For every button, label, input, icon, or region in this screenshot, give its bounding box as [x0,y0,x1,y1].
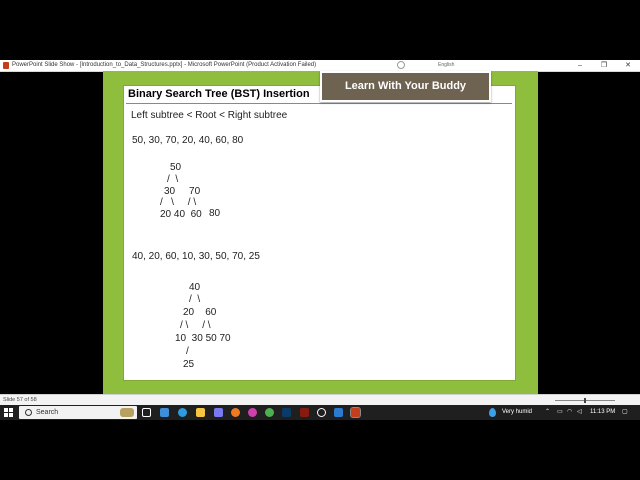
clock-time[interactable]: 11:13 PM [590,405,615,420]
settings-icon[interactable] [317,408,326,417]
illustrator-icon[interactable] [300,408,309,417]
sequence-2: 40, 20, 60, 10, 30, 50, 70, 25 [132,251,260,262]
app-icon-pink[interactable] [248,408,257,417]
volume-icon[interactable]: ◁ [577,405,582,420]
weather-icon[interactable] [489,408,496,417]
tree2-branch-1: / \ [189,294,201,305]
tree1-level-3: 20 40 60 [160,209,202,220]
window-title: PowerPoint Slide Show - [Introduction_to… [12,62,317,68]
vscode-icon[interactable] [334,408,343,417]
slide-title: Binary Search Tree (BST) Insertion [128,88,310,100]
search-label: Search [36,409,59,416]
bst-rule-text: Left subtree < Root < Right subtree [131,110,288,121]
tree1-level-2: 30 70 [164,186,201,197]
powerpoint-taskbar-icon[interactable] [350,407,361,418]
wifi-icon[interactable]: ◠ [567,405,572,420]
channel-banner: Learn With Your Buddy [320,71,491,102]
widgets-icon[interactable] [160,408,169,417]
tree2-level-4: 25 [183,359,195,370]
sequence-1: 50, 30, 70, 20, 40, 60, 80 [132,135,244,146]
zoom-slider-thumb[interactable] [584,398,586,403]
minimize-button[interactable]: – [568,60,592,71]
tree1-branch-2: / \ / \ [160,197,197,208]
photoshop-icon[interactable] [282,408,291,417]
taskbar: Search Very humid ⌃ ▭ ◠ ◁ 11:13 PM ▢ [0,405,640,420]
chrome-icon[interactable] [265,408,274,417]
close-button[interactable]: ✕ [616,60,640,71]
firefox-icon[interactable] [231,408,240,417]
weather-text[interactable]: Very humid [502,405,532,420]
tree2-level-2: 20 60 [183,307,217,318]
tree2-level-3: 10 30 50 70 [175,333,231,344]
store-icon[interactable] [214,408,223,417]
title-divider [126,103,512,104]
network-icon[interactable]: ▭ [557,405,563,420]
taskbar-search[interactable]: Search [19,406,137,419]
tree2-branch-2: / \ / \ [180,320,211,331]
task-view-icon[interactable] [142,408,151,417]
tree1-branch-1: / \ [167,174,179,185]
search-icon [25,409,32,416]
tree2-branch-3: / [186,346,189,357]
tray-chevron-icon[interactable]: ⌃ [545,405,550,420]
toolbar-circle-icon[interactable] [397,61,405,69]
file-explorer-icon[interactable] [196,408,205,417]
tree1-root: 50 [170,162,182,173]
tree1-level-3-right: 80 [209,208,221,219]
window-controls: – ❐ ✕ [568,60,640,71]
tree2-root: 40 [189,282,201,293]
language-indicator: English [438,62,455,68]
windows-start-icon[interactable] [4,408,13,417]
restore-button[interactable]: ❐ [592,60,616,71]
edge-icon[interactable] [178,408,187,417]
search-highlight-icon [120,408,134,417]
notification-icon[interactable]: ▢ [622,405,628,420]
powerpoint-icon [3,62,9,69]
